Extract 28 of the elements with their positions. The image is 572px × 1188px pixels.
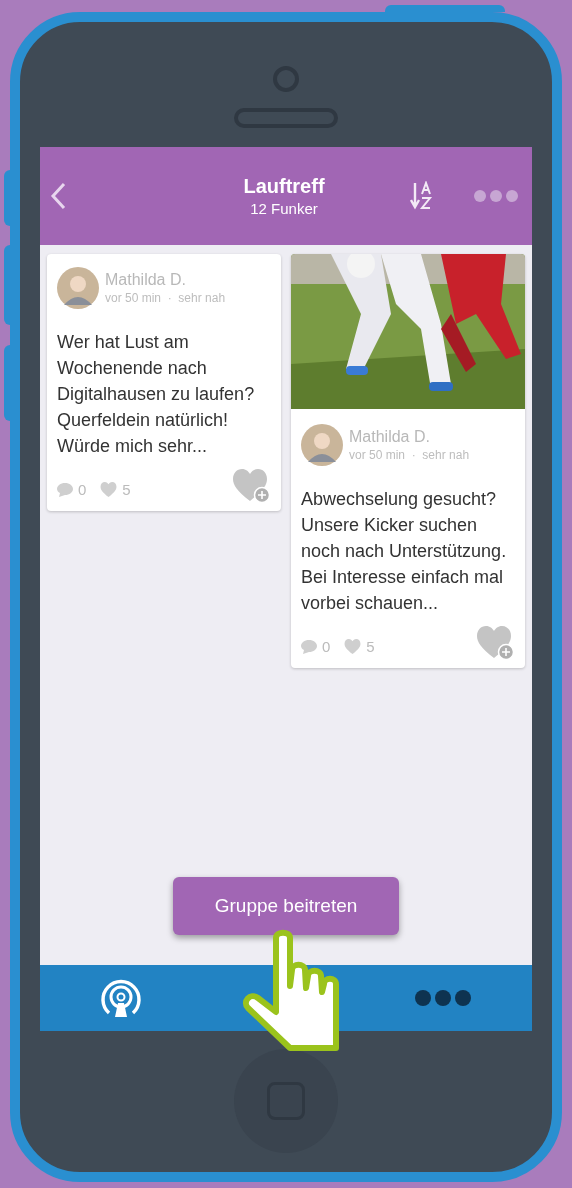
heart-icon: [100, 482, 118, 498]
author-name: Mathilda D.: [105, 270, 187, 290]
author-name: Mathilda D.: [349, 427, 431, 447]
post-text: Wer hat Lust am Wochenende nach Digitalhausen zu laufen? Querfeldein natürlich! Würde mich sehr...: [57, 331, 256, 458]
heart-icon: [344, 639, 362, 655]
post-card[interactable]: Mathilda D. vor 50 min · sehr nah Abwechselung gesucht? Unsere Kicker suchen noch nach Unterstützung. Bei Interesse einfach mal vorbei schauen... 0 5: [291, 254, 525, 668]
comment-count: 0: [322, 636, 331, 657]
comment-icon: [57, 482, 73, 497]
member-count: 12 Funker: [250, 199, 318, 219]
heart-plus-icon[interactable]: [233, 469, 271, 503]
back-icon[interactable]: [50, 182, 66, 210]
more-icon[interactable]: [414, 989, 472, 1007]
like-count: 5: [366, 636, 375, 657]
post-card[interactable]: Mathilda D. vor 50 min · sehr nah Wer hat Lust am Wochenende nach Digitalhausen zu laufen? Querfeldein natürlich! Würde mich sehr... 0 5: [47, 254, 281, 511]
group-title: Lauftreff: [243, 174, 325, 199]
like-count: 5: [122, 479, 131, 500]
avatar: [301, 424, 343, 466]
comment-icon: [301, 639, 317, 654]
post-meta: vor 50 min · sehr nah: [349, 447, 470, 463]
post-text: Abwechselung gesucht? Unsere Kicker suchen noch nach Unterstützung. Bei Interesse einfach mal vorbei schauen...: [301, 488, 508, 615]
post-meta: vor 50 min · sehr nah: [105, 290, 226, 306]
heart-plus-icon[interactable]: [477, 626, 515, 660]
avatar: [57, 267, 99, 309]
join-group-button[interactable]: Gruppe beitreten: [173, 877, 399, 935]
comment-count: 0: [78, 479, 87, 500]
broadcast-icon[interactable]: [100, 977, 142, 1019]
sort-alphabetical-icon[interactable]: [410, 181, 434, 211]
more-icon[interactable]: [474, 190, 518, 202]
